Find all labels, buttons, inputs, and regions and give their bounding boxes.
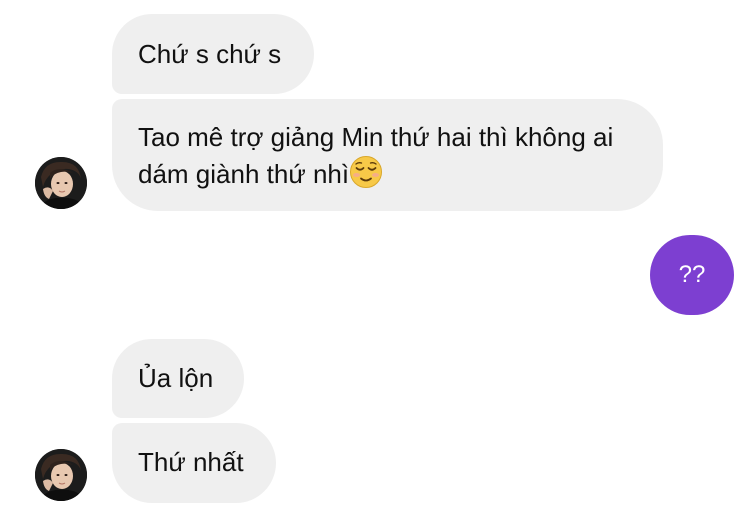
message-text: Ủa lộn: [138, 363, 214, 393]
message-bubble-incoming[interactable]: Chứ s chứ s: [112, 14, 314, 94]
message-text: ??: [678, 261, 706, 288]
message-bubble-incoming[interactable]: Ủa lộn: [112, 339, 244, 418]
avatar-photo-icon: [35, 449, 87, 501]
message-bubble-incoming[interactable]: Tao mê trợ giảng Min thứ hai thì không a…: [112, 99, 663, 211]
message-bubble-incoming[interactable]: Thứ nhất: [112, 423, 276, 503]
message-text: Chứ s chứ s: [138, 39, 282, 69]
message-bubble-outgoing[interactable]: ??: [650, 235, 734, 315]
sender-avatar[interactable]: [35, 157, 87, 209]
relieved-face-emoji-icon: [349, 155, 383, 198]
avatar-photo-icon: [35, 157, 87, 209]
message-text: Thứ nhất: [138, 447, 244, 477]
sender-avatar[interactable]: [35, 449, 87, 501]
